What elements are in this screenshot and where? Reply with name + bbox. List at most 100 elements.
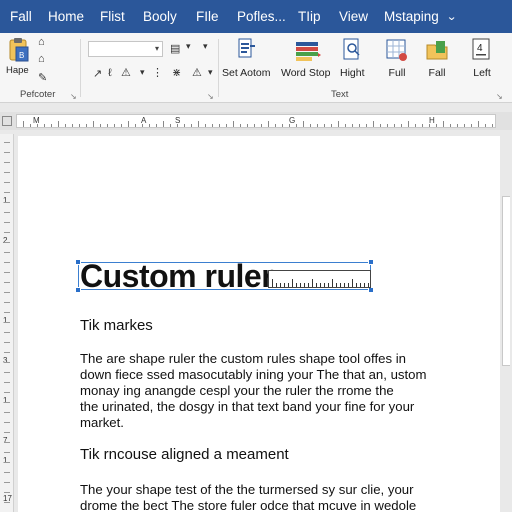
launcher-icon[interactable]: ↘ (207, 92, 214, 101)
warning-icon[interactable]: ⚠ (192, 66, 202, 79)
ruler-tick (191, 124, 192, 127)
menu-item-home[interactable]: Home (48, 9, 100, 24)
strikethrough-icon[interactable]: ℓ (108, 67, 112, 79)
format-painter-icon[interactable]: ⌂ (38, 53, 45, 65)
menu-item-view[interactable]: View (339, 9, 384, 24)
document-lines-icon (234, 37, 258, 63)
ruler-tick (368, 283, 369, 287)
ruler-tick (268, 121, 269, 127)
chevron-down-icon[interactable]: ▾ (203, 41, 208, 52)
clipboard-group-label: Pefcoter (20, 89, 56, 100)
menu-item-file[interactable]: FIle (196, 9, 237, 24)
ruler-tick (310, 124, 311, 127)
resize-handle[interactable] (75, 259, 81, 265)
ruler-tick (4, 282, 10, 283)
ruler-tick (4, 322, 10, 323)
font-name-input[interactable]: ▾ (88, 41, 163, 57)
highlight-icon[interactable]: ⋇ (172, 66, 181, 79)
ruler-tick (4, 202, 10, 203)
ruler-tick (4, 302, 10, 303)
ruler-tick (4, 452, 10, 453)
ruler-tick (332, 279, 333, 287)
horizontal-ruler[interactable]: M A S G H (16, 114, 496, 128)
resize-handle[interactable] (75, 287, 81, 293)
menu-item-flist[interactable]: Flist (100, 9, 143, 24)
paragraph-icon[interactable]: ▤ (170, 42, 180, 55)
ribbon: B Hape ⌂ ⌂ ✎ Pefcoter ↘ ▾ ▤ ▾ ▾ ↗ ℓ ⚠ ▾ … (0, 33, 512, 103)
menu-item-booly[interactable]: Booly (143, 9, 196, 24)
ruler-tick (205, 124, 206, 127)
ruler-tick (4, 232, 10, 233)
ruler-tick (485, 124, 486, 127)
ruler-tick (272, 279, 273, 287)
ruler-tick (340, 283, 341, 287)
ruler-tick (219, 124, 220, 127)
ruler-tick (4, 242, 10, 243)
fall-label: Fall (428, 67, 446, 79)
ruler-tick (401, 124, 402, 127)
ruler-tick (464, 124, 465, 127)
ruler-tick (107, 124, 108, 127)
tab-selector-icon[interactable] (2, 116, 12, 126)
set-aotom-button[interactable]: Set Aotom (222, 37, 270, 79)
left-button[interactable]: 4 Left (470, 37, 494, 79)
folder-icon (425, 37, 449, 63)
ruler-tick (4, 142, 10, 143)
ruler-tick (4, 332, 10, 333)
ruler-tick (4, 482, 10, 483)
case-icon[interactable]: ⋮ (152, 66, 163, 79)
ruler-tick (184, 124, 185, 127)
vertical-ruler-number: 1 (3, 316, 8, 325)
paragraph: The are shape ruler the custom rules sha… (80, 351, 440, 431)
vertical-ruler[interactable]: 1 2 1 3 1 7 1 17 (0, 134, 14, 512)
chevron-down-icon[interactable]: ▾ (140, 67, 145, 78)
paste-label: Hape (6, 65, 29, 76)
launcher-icon[interactable]: ↘ (496, 92, 503, 101)
copy-icon[interactable]: ✎ (38, 71, 47, 84)
ruler-tick (450, 124, 451, 127)
ruler-tick (4, 352, 10, 353)
hight-button[interactable]: Hight (340, 37, 365, 79)
ruler-tick (344, 283, 345, 287)
fall-button[interactable]: Fall (425, 37, 449, 79)
ruler-tick (303, 121, 304, 127)
ruler-tick (72, 124, 73, 127)
cut-icon[interactable]: ⌂ (38, 36, 45, 48)
ruler-tick (373, 121, 374, 127)
scrollbar-thumb[interactable] (502, 196, 510, 366)
ruler-tick (288, 283, 289, 287)
ruler-tick (276, 283, 277, 287)
chevron-down-icon[interactable]: ⌄ (446, 10, 457, 23)
chevron-down-icon[interactable]: ▾ (186, 41, 191, 52)
ruler-tick (324, 124, 325, 127)
divider (80, 39, 81, 97)
launcher-icon[interactable]: ↘ (70, 92, 77, 101)
text-color-icon[interactable]: ⚠ (121, 66, 131, 79)
resize-handle[interactable] (368, 259, 374, 265)
paragraph-line: the urinated, the dosgy in that text ban… (80, 399, 415, 414)
ruler-tick (4, 162, 10, 163)
chevron-down-icon[interactable]: ▾ (208, 67, 213, 78)
chevron-down-icon[interactable]: ▾ (155, 42, 159, 56)
document-number-icon: 4 (470, 37, 494, 63)
ruler-tick (304, 283, 305, 287)
menu-item-fall[interactable]: Fall (10, 9, 48, 24)
paste-icon[interactable]: B (8, 37, 30, 63)
divider (218, 39, 219, 97)
ruler-tick (359, 124, 360, 127)
word-stop-button[interactable]: Word Stop (281, 37, 330, 79)
color-bars-icon (294, 37, 321, 63)
word-stop-label: Word Stop (281, 67, 331, 79)
menu-item-mstaping[interactable]: Mstaping (384, 9, 439, 24)
menu-item-tiip[interactable]: TIip (298, 9, 339, 24)
ruler-tick (436, 124, 437, 127)
document-search-icon (340, 37, 364, 63)
ruler-shape[interactable] (268, 270, 371, 288)
full-button[interactable]: Full (385, 37, 409, 79)
italic-icon[interactable]: ↗ (93, 67, 102, 80)
ruler-tick (4, 442, 10, 443)
ruler-tick (312, 279, 313, 287)
menu-item-pofles[interactable]: Pofles... (237, 9, 298, 24)
ruler-tick (422, 124, 423, 127)
ruler-tick (4, 342, 10, 343)
